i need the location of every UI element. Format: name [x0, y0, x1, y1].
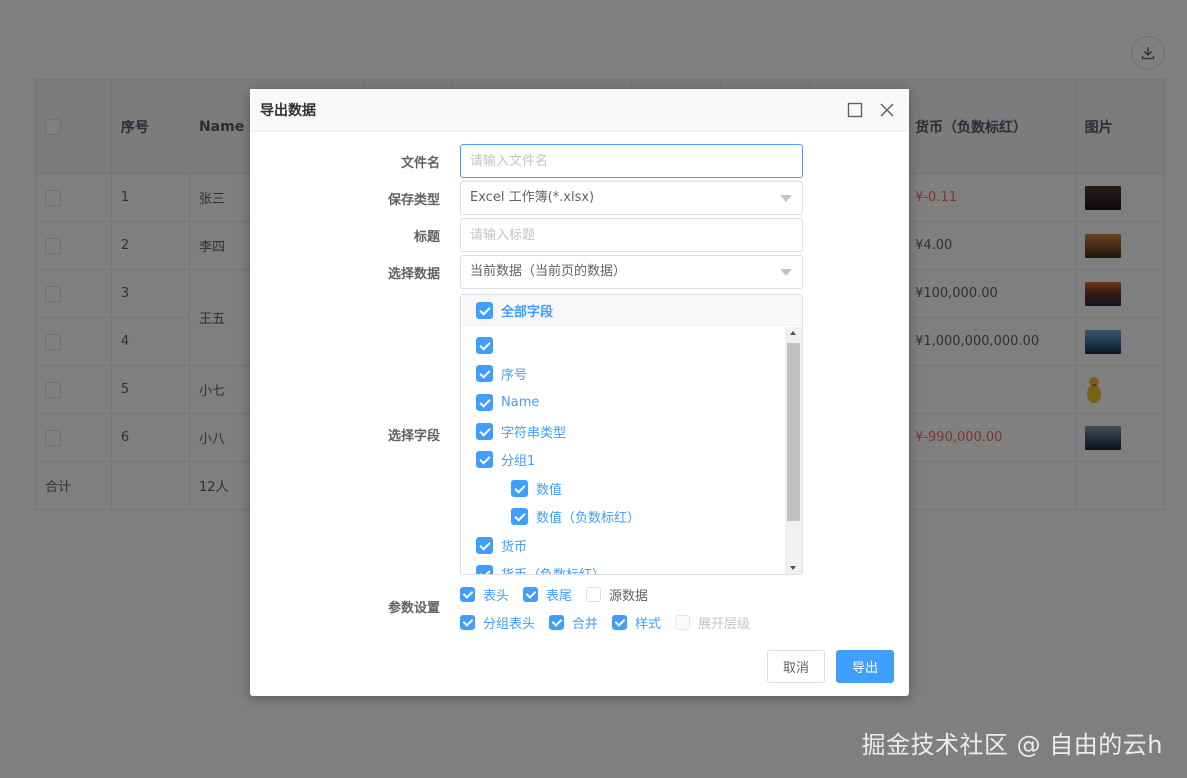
checkbox[interactable]: [476, 536, 493, 554]
field-item[interactable]: [476, 334, 501, 356]
checkbox: [675, 614, 691, 630]
param-style[interactable]: 样式: [612, 613, 661, 632]
chevron-down-icon: [780, 269, 792, 276]
checkbox[interactable]: [586, 586, 602, 602]
scroll-thumb[interactable]: [787, 343, 800, 521]
param-header[interactable]: 表头: [460, 585, 509, 604]
watermark: 掘金技术社区 @ 自由的云h: [861, 731, 1163, 759]
save-type-label: 保存类型: [387, 192, 440, 208]
checkbox[interactable]: [476, 393, 493, 411]
checkbox[interactable]: [511, 507, 528, 525]
param-group-header[interactable]: 分组表头: [460, 613, 535, 632]
field-item[interactable]: 字符串类型: [476, 420, 566, 442]
checkbox[interactable]: [476, 564, 493, 574]
field-list: 序号 Name 字符串类型 分组1 数值 数值（负数标红） 货币 货币（负数标红…: [461, 327, 787, 574]
title-label: 标题: [413, 229, 440, 245]
field-item[interactable]: 数值: [511, 477, 562, 499]
field-item[interactable]: 货币: [476, 534, 527, 556]
title-row: 标题: [250, 218, 909, 252]
field-item[interactable]: 货币（负数标红）: [476, 562, 605, 574]
field-tree: 全部字段 序号 Name 字符串类型 分组1 数值 数值（负数标红） 货币 货币…: [460, 294, 803, 575]
field-item[interactable]: 数值（负数标红）: [511, 505, 640, 527]
filename-label: 文件名: [400, 155, 440, 171]
scroll-up-icon[interactable]: [790, 331, 796, 335]
checkbox[interactable]: [476, 422, 493, 440]
export-button[interactable]: 导出: [836, 650, 894, 683]
save-type-value: Excel 工作簿(*.xlsx): [470, 190, 595, 205]
select-data-select[interactable]: 当前数据（当前页的数据）: [460, 255, 803, 289]
dialog-header: 导出数据: [250, 89, 909, 132]
chevron-down-icon: [780, 195, 792, 202]
checkbox[interactable]: [523, 586, 539, 602]
scroll-down-icon[interactable]: [790, 566, 796, 570]
all-fields-checkbox[interactable]: 全部字段: [461, 295, 802, 326]
param-expand-level: 展开层级: [675, 613, 750, 632]
param-source-data[interactable]: 源数据: [586, 585, 648, 604]
dialog-title: 导出数据: [260, 103, 316, 119]
select-fields-label: 选择字段: [387, 428, 440, 444]
checkbox[interactable]: [549, 614, 565, 630]
checkbox[interactable]: [460, 586, 475, 602]
save-type-row: 保存类型 Excel 工作簿(*.xlsx): [250, 181, 909, 215]
field-item[interactable]: 分组1: [476, 448, 535, 470]
field-item[interactable]: 序号: [476, 362, 527, 384]
param-footer[interactable]: 表尾: [523, 585, 572, 604]
params-row-1: 表头 表尾 源数据: [460, 584, 662, 604]
checkbox[interactable]: [511, 479, 528, 497]
checkbox[interactable]: [476, 364, 493, 382]
filename-input[interactable]: [460, 144, 803, 178]
all-fields-label: 全部字段: [501, 304, 554, 320]
checkbox[interactable]: [476, 450, 493, 468]
checkbox[interactable]: [476, 336, 493, 354]
checkbox[interactable]: [612, 614, 628, 630]
param-merge[interactable]: 合并: [549, 613, 598, 632]
save-type-select[interactable]: Excel 工作簿(*.xlsx): [460, 181, 803, 215]
checkbox[interactable]: [476, 301, 493, 319]
select-data-label: 选择数据: [387, 266, 440, 282]
close-button[interactable]: [877, 100, 897, 120]
close-icon: [880, 103, 894, 117]
title-input[interactable]: [460, 218, 803, 252]
field-list-scrollbar[interactable]: [785, 327, 802, 574]
field-item[interactable]: Name: [476, 391, 539, 413]
select-data-row: 选择数据 当前数据（当前页的数据）: [250, 255, 909, 289]
params-row-2: 分组表头 合并 样式 展开层级: [460, 612, 764, 632]
maximize-button[interactable]: [845, 100, 865, 120]
export-dialog: 导出数据 文件名 保存类型 Excel 工作簿(*.xlsx) 标题 选择数据 …: [250, 89, 909, 696]
filename-row: 文件名: [250, 144, 909, 178]
checkbox[interactable]: [460, 614, 475, 630]
cancel-button[interactable]: 取消: [767, 650, 825, 683]
select-data-value: 当前数据（当前页的数据）: [470, 264, 627, 279]
params-label: 参数设置: [387, 600, 440, 616]
maximize-icon: [847, 102, 863, 118]
